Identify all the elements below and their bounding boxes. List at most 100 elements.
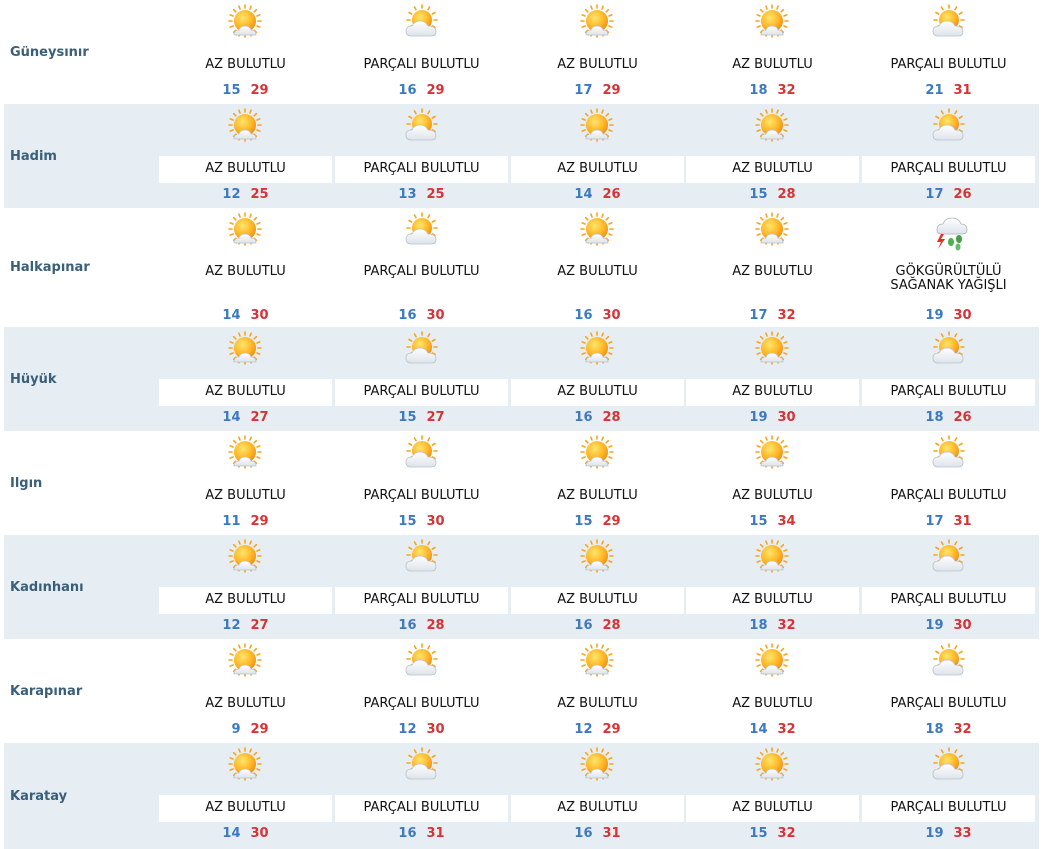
weather-description: PARÇALI BULUTLU (862, 58, 1035, 72)
forecast-cell: AZ BULUTLU 16 31 (511, 743, 684, 849)
weather-description: AZ BULUTLU (511, 385, 684, 399)
temperature-range: 19 30 (686, 410, 859, 426)
min-temp: 21 (925, 83, 944, 98)
weather-description-line: AZ BULUTLU (732, 384, 813, 399)
min-temp: 17 (925, 514, 944, 529)
forecast-row: Kadınhanı AZ BULUTLU 12 27 PARÇALI BULUTLU… (4, 535, 1039, 639)
min-temp: 18 (925, 722, 944, 737)
forecast-cell: AZ BULUTLU 9 29 (159, 639, 332, 743)
weather-description-line: PARÇALI BULUTLU (363, 384, 480, 399)
forecast-cell: AZ BULUTLU 14 27 (159, 327, 332, 431)
forecast-cell: AZ BULUTLU 17 32 (686, 208, 859, 327)
sun-cloud-icon (753, 4, 793, 44)
weather-description: PARÇALI BULUTLU (335, 697, 508, 711)
weather-description-line: AZ BULUTLU (205, 57, 286, 72)
min-temp: 16 (574, 618, 593, 633)
city-name[interactable]: Ilgın (4, 431, 158, 535)
weather-description: AZ BULUTLU (511, 265, 684, 279)
min-temp: 15 (749, 826, 768, 841)
city-name[interactable]: Hadim (4, 104, 158, 208)
temperature-range: 12 27 (159, 618, 332, 634)
forecast-cell: AZ BULUTLU 14 32 (686, 639, 859, 743)
weather-description: AZ BULUTLU (159, 489, 332, 503)
temperature-range: 16 28 (511, 618, 684, 634)
weather-description: AZ BULUTLU (686, 162, 859, 176)
weather-description-line: AZ BULUTLU (557, 57, 638, 72)
max-temp: 27 (250, 618, 269, 633)
sun-cloud-icon (226, 643, 266, 683)
max-temp: 29 (602, 83, 621, 98)
temperature-range: 16 30 (511, 308, 684, 324)
city-name[interactable]: Kadınhanı (4, 535, 158, 639)
weather-description-line: PARÇALI BULUTLU (363, 488, 480, 503)
forecast-cell: AZ BULUTLU 18 32 (686, 0, 859, 104)
city-name[interactable]: Karatay (4, 743, 158, 849)
min-temp: 17 (749, 308, 768, 323)
weather-description: AZ BULUTLU (159, 385, 332, 399)
max-temp: 31 (953, 83, 972, 98)
city-name[interactable]: Hüyük (4, 327, 158, 431)
forecast-row: Ilgın AZ BULUTLU 11 29 PARÇALI BULUTLU 15 30 (4, 431, 1039, 535)
temperature-range: 18 32 (686, 83, 859, 99)
max-temp: 33 (953, 826, 972, 841)
max-temp: 30 (953, 308, 972, 323)
partly-cloudy-icon (929, 643, 969, 683)
weather-description-line: AZ BULUTLU (557, 384, 638, 399)
min-temp: 19 (749, 410, 768, 425)
sun-cloud-icon (753, 108, 793, 148)
weather-description-line: AZ BULUTLU (732, 57, 813, 72)
max-temp: 32 (777, 618, 796, 633)
forecast-cell: AZ BULUTLU 15 29 (511, 431, 684, 535)
min-temp: 16 (398, 308, 417, 323)
weather-description: PARÇALI BULUTLU (862, 162, 1035, 176)
max-temp: 28 (777, 187, 796, 202)
sun-cloud-icon (226, 4, 266, 44)
weather-description: PARÇALI BULUTLU (862, 489, 1035, 503)
city-name[interactable]: Halkapınar (4, 208, 158, 327)
max-temp: 32 (777, 722, 796, 737)
weather-description-line: SAĞANAK YAĞIŞLI (890, 278, 1007, 293)
temperature-range: 16 30 (335, 308, 508, 324)
forecast-cell: AZ BULUTLU 12 25 (159, 104, 332, 208)
sun-cloud-icon (753, 643, 793, 683)
temperature-range: 14 32 (686, 722, 859, 738)
partly-cloudy-icon (402, 4, 442, 44)
max-temp: 29 (602, 514, 621, 529)
weather-description: AZ BULUTLU (159, 162, 332, 176)
min-temp: 16 (574, 826, 593, 841)
partly-cloudy-icon (929, 4, 969, 44)
min-temp: 14 (222, 826, 241, 841)
weather-description-line: PARÇALI BULUTLU (363, 264, 480, 279)
forecast-cell: AZ BULUTLU 15 29 (159, 0, 332, 104)
weather-description: PARÇALI BULUTLU (335, 162, 508, 176)
weather-description-line: AZ BULUTLU (732, 488, 813, 503)
city-name[interactable]: Güneysınır (4, 0, 158, 104)
sun-cloud-icon (578, 108, 618, 148)
max-temp: 26 (953, 410, 972, 425)
max-temp: 27 (426, 410, 445, 425)
forecast-cell: AZ BULUTLU 19 30 (686, 327, 859, 431)
weather-description: AZ BULUTLU (686, 265, 859, 279)
temperature-range: 15 29 (159, 83, 332, 99)
partly-cloudy-icon (929, 747, 969, 787)
sun-cloud-icon (753, 747, 793, 787)
forecast-row: Hadim AZ BULUTLU 12 25 PARÇALI BULUTLU 13 25 (4, 104, 1039, 208)
weather-description-line: AZ BULUTLU (557, 592, 638, 607)
max-temp: 26 (953, 187, 972, 202)
weather-description-line: AZ BULUTLU (557, 264, 638, 279)
max-temp: 30 (602, 308, 621, 323)
max-temp: 25 (426, 187, 445, 202)
temperature-range: 19 33 (862, 826, 1035, 842)
sun-cloud-icon (578, 539, 618, 579)
max-temp: 30 (426, 514, 445, 529)
weather-description-line: AZ BULUTLU (732, 800, 813, 815)
max-temp: 30 (953, 618, 972, 633)
max-temp: 26 (602, 187, 621, 202)
max-temp: 28 (426, 618, 445, 633)
min-temp: 17 (925, 187, 944, 202)
min-temp: 19 (925, 826, 944, 841)
city-name[interactable]: Karapınar (4, 639, 158, 743)
sun-cloud-icon (753, 539, 793, 579)
temperature-range: 13 25 (335, 187, 508, 203)
weather-description-line: PARÇALI BULUTLU (363, 161, 480, 176)
